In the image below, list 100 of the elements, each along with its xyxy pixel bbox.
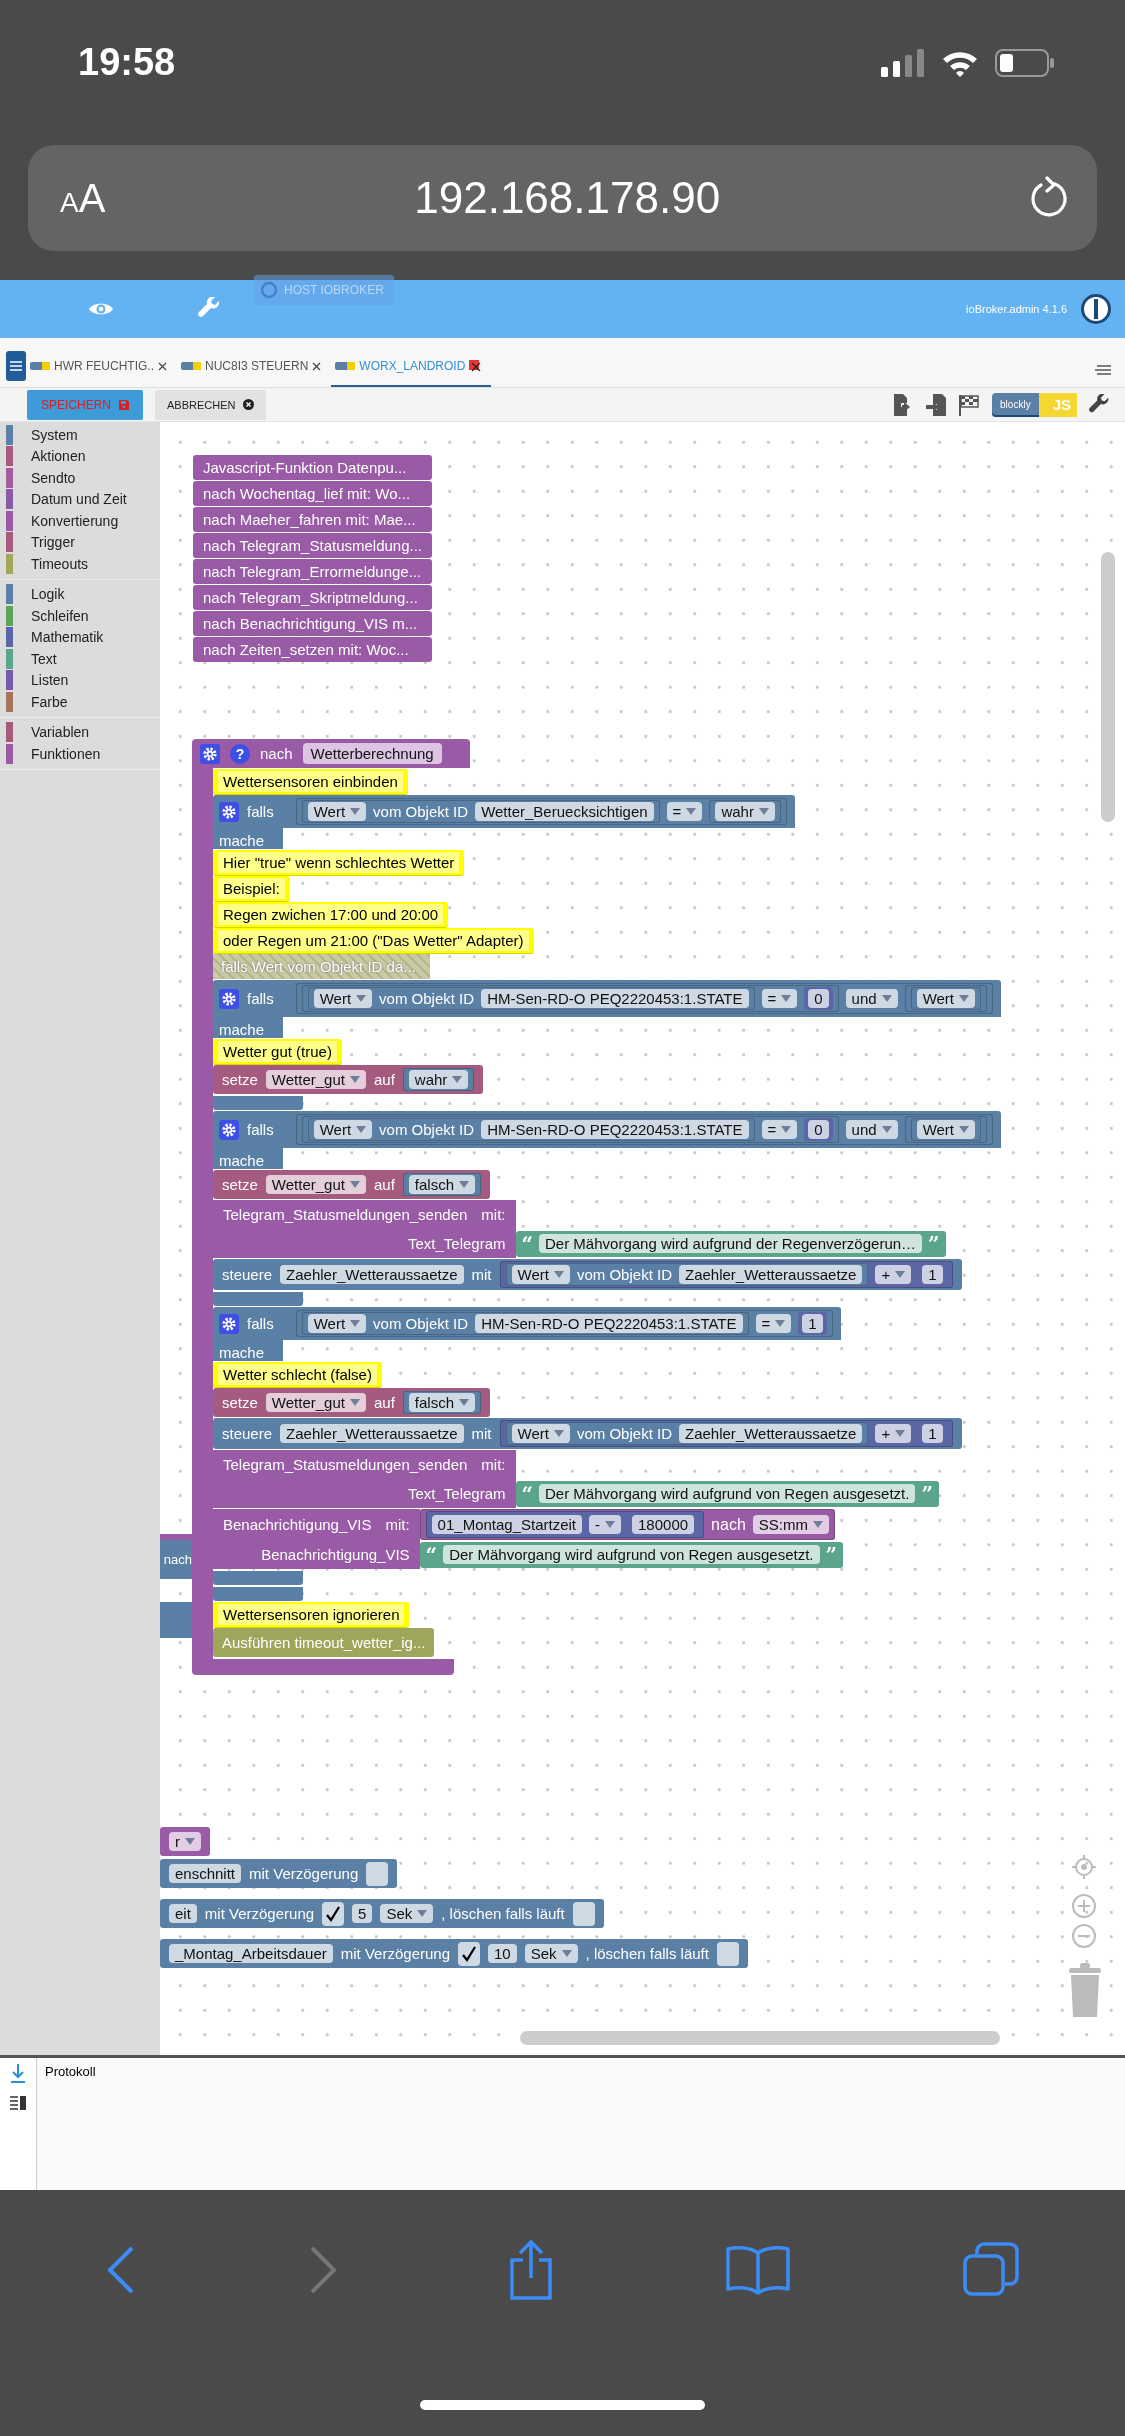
category-item[interactable]: Mathematik [0,626,160,648]
cancel-button[interactable]: ABBRECHEN [155,389,267,420]
dropdown-field[interactable]: und [845,1120,898,1139]
number-field[interactable]: 1 [802,1314,823,1333]
value-field[interactable]: Zaehler_Wetteraussaetze [280,1265,464,1284]
gear-icon[interactable] [219,988,239,1009]
checkbox[interactable] [572,1901,595,1926]
dropdown-field[interactable]: Wert [313,1120,373,1139]
number-field[interactable]: 0 [808,989,829,1008]
dropdown-field[interactable]: Wert [916,1120,976,1139]
category-item[interactable]: Sendto [0,467,160,489]
checkbox[interactable] [322,1901,345,1926]
dropdown-field[interactable]: - [589,1515,622,1534]
dropdown-field[interactable]: Sek [380,1904,434,1923]
value-field[interactable]: HM-Sen-RD-O PEQ2220453:1.STATE [481,1120,749,1139]
dropdown-field[interactable]: wahr [715,802,775,821]
gear-icon[interactable] [219,801,239,822]
script-tab[interactable]: HWR FEUCHTIG.. [26,347,177,387]
dropdown-field[interactable]: Wert [307,1314,367,1333]
dropdown-field[interactable]: falsch [408,1175,475,1194]
dropdown-field[interactable]: SS:mm [752,1515,829,1534]
text-field[interactable]: Der Mähvorgang wird aufgrund von Regen ausgesetzt. [443,1545,820,1564]
dropdown-field[interactable]: falsch [408,1393,475,1412]
category-item[interactable]: Schleifen [0,605,160,627]
vertical-scrollbar[interactable] [1101,552,1115,822]
dropdown-field[interactable]: r [169,1832,201,1851]
dropdown-field[interactable]: Wert [511,1424,570,1443]
gear-icon[interactable] [219,1119,239,1140]
function-block[interactable]: nach Telegram_Errormeldunge... [193,559,433,584]
close-icon[interactable] [158,361,167,371]
text-size-button[interactable]: AA [60,175,106,221]
value-field[interactable]: 5 [352,1904,373,1923]
category-item[interactable]: Timeouts [0,553,160,575]
dropdown-field[interactable]: Wetter_gut [265,1175,366,1194]
address-bar[interactable]: AA 192.168.178.90 [28,145,1097,251]
dropdown-field[interactable]: = [666,802,703,821]
category-item[interactable]: Text [0,648,160,670]
value-field[interactable]: 01_Montag_Startzeit [431,1515,583,1534]
value-field[interactable]: HM-Sen-RD-O PEQ2220453:1.STATE [475,1314,743,1333]
number-field[interactable]: 1 [922,1265,943,1284]
dropdown-field[interactable]: Sek [524,1944,578,1963]
value-field[interactable]: Wetter_Beruecksichtigen [475,802,654,821]
dropdown-field[interactable]: + [875,1424,912,1443]
number-field[interactable]: 1 [922,1424,943,1443]
share-icon[interactable] [509,2240,554,2300]
dropdown-field[interactable]: Wert [916,989,976,1008]
dropdown-field[interactable]: = [755,1314,792,1333]
sidebar-menu-button[interactable] [6,351,26,381]
number-field[interactable]: 180000 [632,1515,695,1534]
function-block[interactable]: nach Telegram_Skriptmeldung... [193,585,433,610]
gear-icon[interactable] [200,743,220,764]
category-item[interactable]: Datum und Zeit [0,488,160,510]
function-block[interactable]: nach Maeher_fahren mit: Mae... [193,507,433,532]
value-field[interactable]: Zaehler_Wetteraussaetze [678,1424,863,1443]
function-block[interactable]: Javascript-Funktion Datenpu... [193,455,433,480]
category-item[interactable]: Trigger [0,531,160,553]
text-field[interactable]: Der Mähvorgang wird aufgrund der Regenverzögerun… [539,1234,923,1253]
download-icon[interactable] [10,2064,26,2084]
checkbox[interactable] [458,1941,480,1966]
menu-icon[interactable] [1095,365,1111,375]
function-name-field[interactable]: Wetterberechnung [302,743,442,764]
dropdown-field[interactable]: = [761,1120,798,1139]
dropdown-field[interactable]: Wert [307,802,367,821]
close-icon[interactable] [469,360,482,372]
close-icon[interactable] [312,361,322,371]
dropdown-field[interactable]: Wert [511,1265,570,1284]
dropdown-field[interactable]: = [761,989,798,1008]
script-tab[interactable]: NUC8I3 STEUERN [177,347,332,387]
dropdown-field[interactable]: Wert [313,989,373,1008]
checkbox[interactable] [366,1861,389,1886]
dropdown-field[interactable]: Wetter_gut [265,1393,366,1412]
editor-mode-option[interactable]: blockly [992,392,1039,417]
help-button[interactable]: ? [230,743,250,764]
value-field[interactable]: _Montag_Arbeitsdauer [169,1944,333,1963]
checkbox[interactable] [716,1941,739,1966]
category-item[interactable]: Funktionen [0,743,160,765]
value-field[interactable]: HM-Sen-RD-O PEQ2220453:1.STATE [481,989,749,1008]
category-item[interactable]: System [0,424,160,446]
category-item[interactable]: Variablen [0,721,160,743]
value-field[interactable]: enschnitt [169,1864,242,1883]
dropdown-field[interactable]: wahr [408,1070,469,1089]
function-block[interactable]: nach Zeiten_setzen mit: Woc... [193,637,433,662]
value-field[interactable]: Zaehler_Wetteraussaetze [678,1265,863,1284]
category-item[interactable]: Konvertierung [0,510,160,532]
value-field[interactable]: Zaehler_Wetteraussaetze [280,1424,464,1443]
dropdown-field[interactable]: Wetter_gut [265,1070,366,1089]
value-field[interactable]: eit [169,1904,197,1923]
book-icon[interactable] [725,2245,792,2295]
value-field[interactable]: 10 [488,1944,517,1963]
dropdown-field[interactable]: + [875,1265,912,1284]
number-field[interactable]: 0 [808,1120,829,1139]
import-icon[interactable] [926,393,947,416]
function-block[interactable]: nach Wochentag_lief mit: Wo... [193,481,433,506]
function-block[interactable]: nach Benachrichtigung_VIS m... [193,611,433,636]
list-icon[interactable] [10,2096,26,2110]
category-item[interactable]: Aktionen [0,445,160,467]
back-button[interactable] [105,2245,136,2295]
category-item[interactable]: Listen [0,669,160,691]
category-item[interactable]: Logik [0,583,160,605]
dropdown-field[interactable]: und [845,989,898,1008]
